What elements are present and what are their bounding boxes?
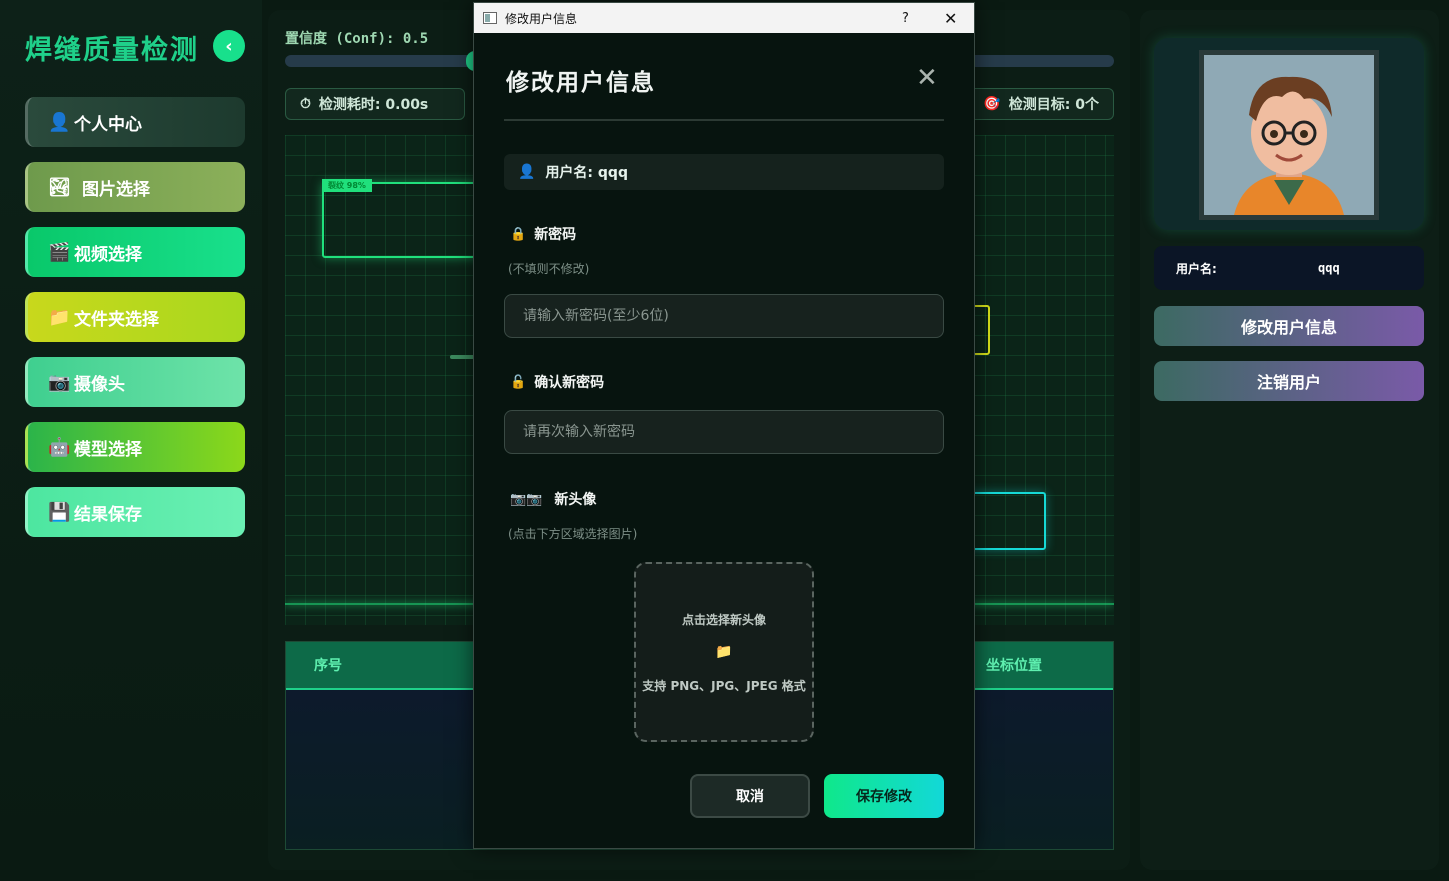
new-avatar-label: 📷📷 新头像 (510, 489, 596, 509)
help-button[interactable]: ? (902, 11, 909, 26)
lock-icon: 🔒 (510, 226, 527, 242)
current-username-row: 👤 用户名: qqq (504, 154, 944, 190)
window-title: 修改用户信息 (505, 11, 578, 26)
sidebar-item-video-select[interactable]: 🎬 视频选择 (25, 227, 245, 277)
new-password-hint: (不填则不修改) (508, 262, 590, 276)
divider (504, 119, 944, 121)
detection-box: 裂纹 98% (322, 179, 492, 258)
new-avatar-hint: (点击下方区域选择图片) (508, 527, 638, 541)
window-icon (483, 12, 497, 24)
avatar (1199, 50, 1379, 220)
dialog-titlebar[interactable]: 修改用户信息 ? ✕ (474, 3, 974, 33)
sidebar-item-label: 个人中心 (74, 114, 142, 135)
cartoon-avatar-icon (1204, 55, 1374, 215)
detection-time-stat: ⏱ 检测耗时: 0.00s (285, 88, 465, 120)
sidebar-item-model-select[interactable]: 🤖 模型选择 (25, 422, 245, 472)
current-username: 用户名: qqq (545, 165, 628, 181)
webcam-icon: 📷 (48, 371, 71, 393)
window-close-button[interactable]: ✕ (944, 9, 957, 28)
camera-icon: 📷📷 (510, 491, 543, 507)
avatar-image (1204, 55, 1374, 215)
upload-title: 点击选择新头像 (681, 613, 766, 627)
sidebar-item-label: 结果保存 (74, 504, 142, 525)
sidebar-item-label: 文件夹选择 (74, 309, 159, 330)
user-icon: 👤 (48, 111, 71, 133)
confirm-password-input[interactable] (504, 410, 944, 454)
avatar-upload-area[interactable]: 点击选择新头像 📁 支持 PNG、JPG、JPEG 格式 (634, 562, 814, 742)
username-value: qqq (1318, 261, 1340, 275)
sidebar-item-folder-select[interactable]: 📁 文件夹选择 (25, 292, 245, 342)
floppy-disk-icon: 💾 (48, 501, 71, 523)
confirm-password-label: 🔓 确认新密码 (510, 372, 604, 392)
new-password-label-text: 新密码 (534, 227, 577, 243)
unlock-icon: 🔓 (510, 374, 527, 390)
save-button[interactable]: 保存修改 (824, 774, 944, 818)
decorative-bar (450, 355, 475, 359)
sidebar-item-label: 摄像头 (74, 374, 125, 395)
target-icon: 🎯 (983, 96, 1001, 112)
detection-target-stat: 🎯 检测目标: 0个 (960, 88, 1114, 120)
logout-button[interactable]: 注销用户 (1154, 361, 1424, 401)
new-password-input[interactable] (504, 294, 944, 338)
detection-tag: 裂纹 98% (322, 179, 372, 192)
user-icon: 👤 (518, 164, 536, 180)
detection-time-label: 检测耗时: 0.00s (318, 97, 429, 113)
sidebar-item-label: 视频选择 (74, 244, 142, 265)
collapse-sidebar-button[interactable]: ‹ (213, 30, 245, 62)
upload-formats: 支持 PNG、JPG、JPEG 格式 (642, 679, 806, 693)
sidebar-item-camera[interactable]: 📷 摄像头 (25, 357, 245, 407)
detection-target-label: 检测目标: 0个 (1008, 97, 1099, 113)
sidebar-item-label: 图片选择 (82, 179, 150, 200)
new-avatar-label-text: 新头像 (554, 492, 597, 508)
sidebar-item-label: 模型选择 (74, 439, 142, 460)
sidebar-item-save-results[interactable]: 💾 结果保存 (25, 487, 245, 537)
app-title: 焊缝质量检测 (25, 35, 199, 66)
username-label: 用户名: (1176, 261, 1217, 276)
chevron-left-icon: ‹ (225, 35, 233, 57)
username-card: 用户名: qqq (1154, 246, 1424, 290)
robot-icon: 🤖 (48, 436, 71, 458)
column-header-position: 坐标位置 (986, 658, 1042, 674)
confirm-password-label-text: 确认新密码 (534, 375, 605, 391)
clapperboard-icon: 🎬 (48, 241, 71, 263)
close-icon[interactable]: ✕ (916, 63, 938, 93)
folder-icon: 📁 (715, 644, 733, 660)
column-header-seq: 序号 (314, 658, 342, 674)
new-password-label: 🔒 新密码 (510, 224, 576, 244)
image-icon: 🏞 (48, 176, 71, 198)
edit-user-dialog: 修改用户信息 ? ✕ 修改用户信息 ✕ 👤 用户名: qqq 🔒 新密码 (不填… (473, 2, 975, 849)
sidebar-item-image-select[interactable]: 🏞 图片选择 (25, 162, 245, 212)
cancel-button[interactable]: 取消 (690, 774, 810, 818)
confidence-label: 置信度 (Conf): 0.5 (285, 31, 429, 47)
edit-user-info-button[interactable]: 修改用户信息 (1154, 306, 1424, 346)
stopwatch-icon: ⏱ (300, 96, 311, 112)
dialog-title: 修改用户信息 (506, 70, 656, 96)
sidebar-item-profile[interactable]: 👤 个人中心 (25, 97, 245, 147)
folder-icon: 📁 (48, 306, 71, 328)
